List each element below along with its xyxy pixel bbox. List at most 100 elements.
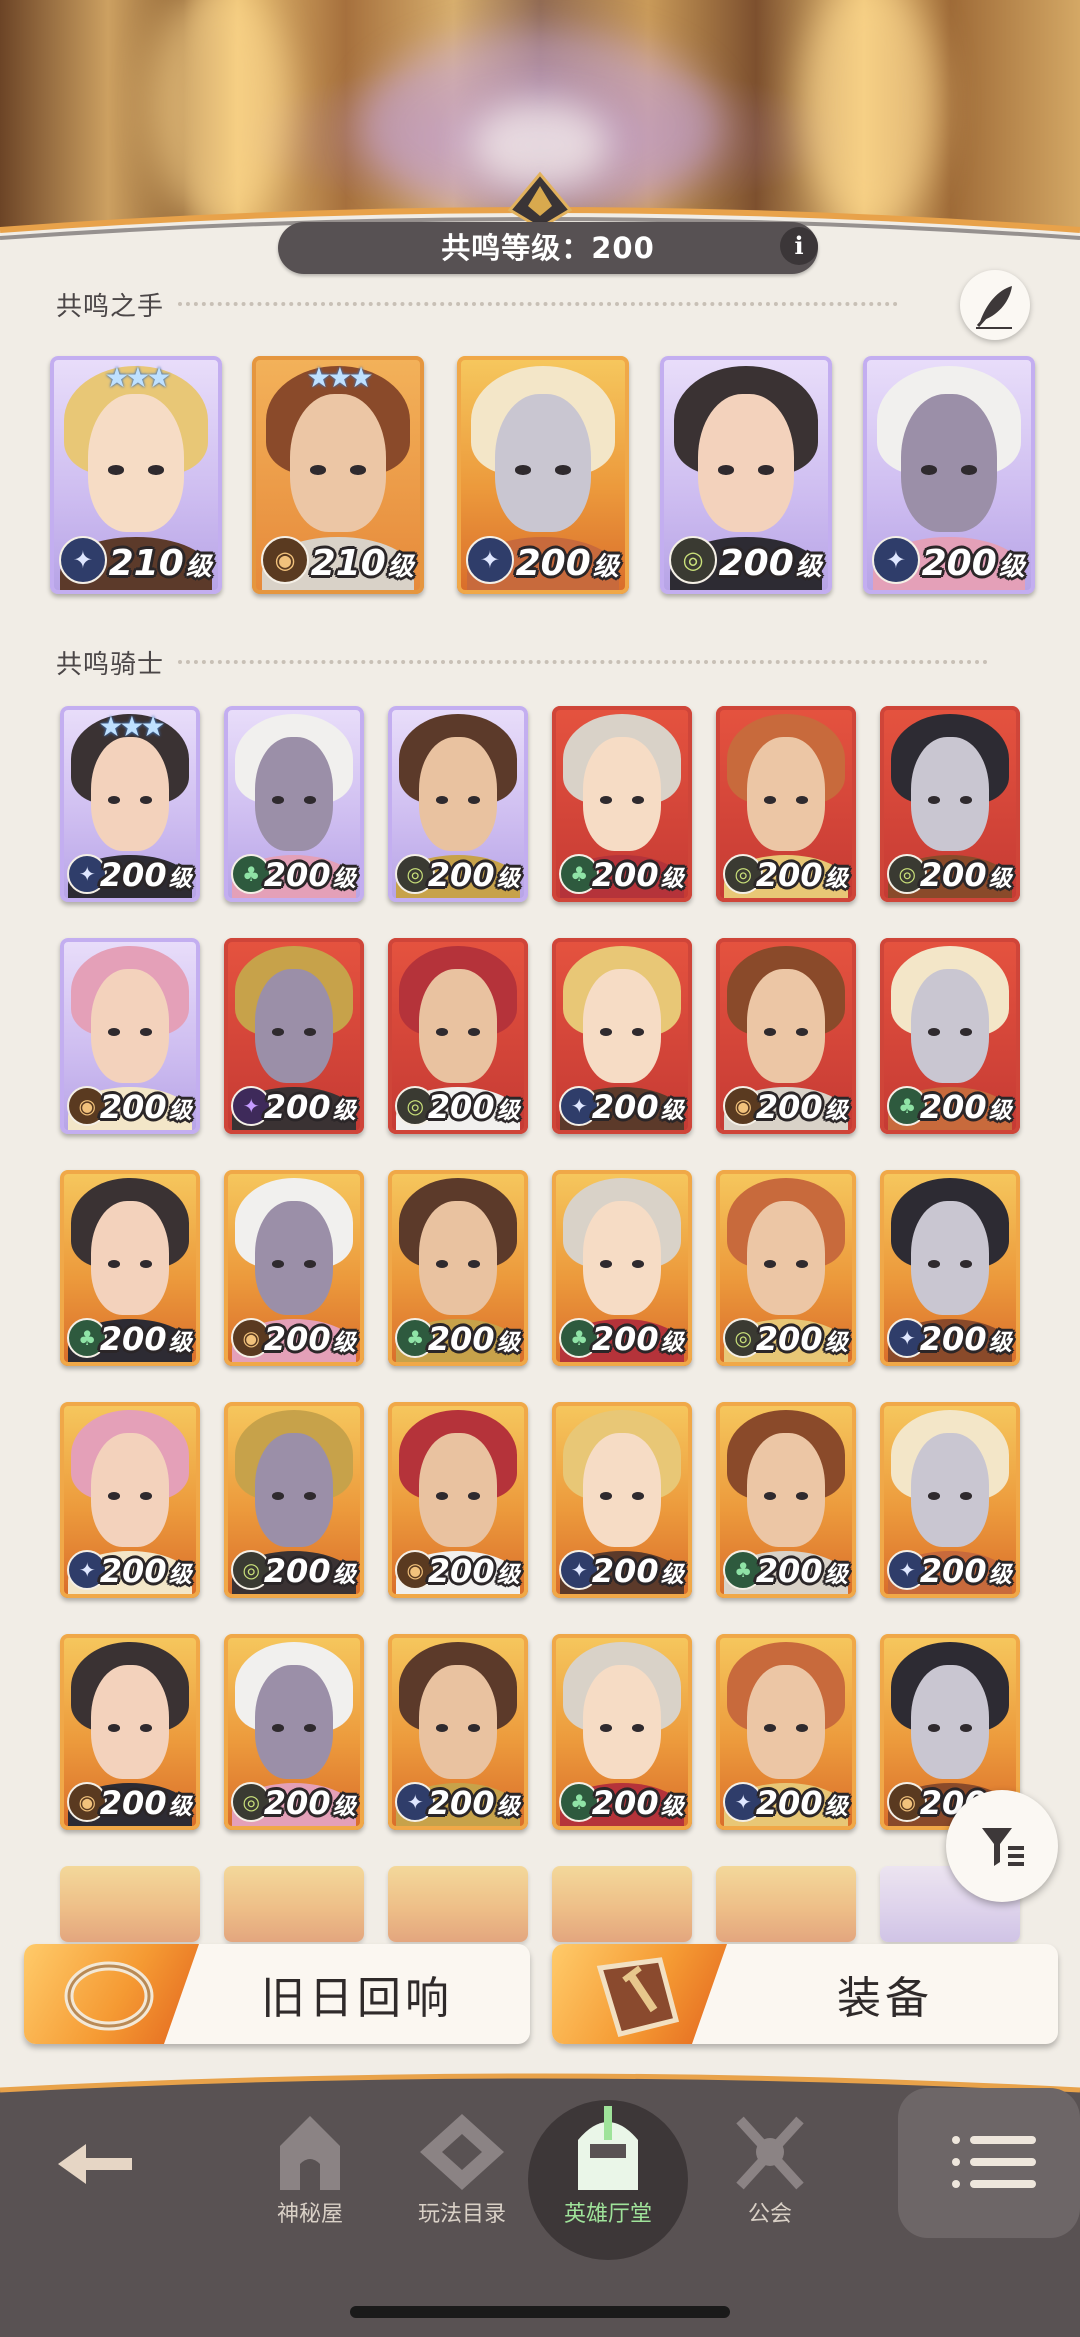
knight-hero-card[interactable]: ◎ 200级 xyxy=(716,1170,856,1366)
nav-item-hero-hall[interactable]: 英雄厅堂 xyxy=(538,2100,678,2227)
hero-level: 200级 xyxy=(756,856,848,894)
hero-eye xyxy=(515,465,531,475)
hero-face xyxy=(87,394,185,533)
hero-eye xyxy=(107,1492,121,1500)
knight-hero-card[interactable]: ✦ 200级 xyxy=(552,938,692,1134)
equipment-button[interactable]: 装备 xyxy=(552,1944,1058,2044)
knight-hero-card[interactable]: ◎ 200级 xyxy=(880,706,1020,902)
knight-hero-card[interactable]: ♣ 200级 xyxy=(60,1170,200,1366)
knight-hero-card[interactable]: ◎ 200级 xyxy=(716,706,856,902)
knight-hero-card[interactable]: ♣ 200级 xyxy=(224,706,364,902)
knight-hero-card[interactable]: ♣ 200级 xyxy=(552,1170,692,1366)
filter-button[interactable] xyxy=(946,1790,1058,1902)
hand-hero-card[interactable]: ✦ 200级 xyxy=(863,356,1035,594)
hero-level-value: 200 xyxy=(755,1320,823,1359)
hero-level-value: 200 xyxy=(755,1552,823,1591)
hero-level: 200级 xyxy=(920,1552,1012,1590)
info-button[interactable]: i xyxy=(780,227,818,265)
hero-level: 200级 xyxy=(100,1552,192,1590)
knight-hero-card[interactable]: ◉200级 xyxy=(60,938,200,1134)
lightbearer-faction-icon: ✦ xyxy=(465,535,515,585)
level-unit: 级 xyxy=(387,552,414,583)
knight-hero-card[interactable]: ✦ 200级 xyxy=(880,1170,1020,1366)
hero-eye xyxy=(927,796,941,804)
hero-eye xyxy=(921,465,937,475)
hero-eye xyxy=(108,465,124,475)
back-arrow-icon[interactable] xyxy=(50,2134,140,2194)
hand-hero-card[interactable]: ★★★ ✦ 210级 xyxy=(50,356,222,594)
knight-hero-card[interactable]: ✦ 200级 xyxy=(716,1634,856,1830)
hero-eye xyxy=(107,1724,121,1732)
knight-hero-card[interactable]: ◎ 200级 xyxy=(388,706,528,902)
hero-face xyxy=(910,1433,990,1548)
filter-icon xyxy=(982,1828,1024,1866)
hand-hero-card[interactable]: ★★★ ◉ 210级 xyxy=(252,356,424,594)
hero-eye xyxy=(435,1260,449,1268)
knight-hero-card[interactable]: ♣ 200级 xyxy=(716,1402,856,1598)
hero-level-value: 200 xyxy=(427,1784,495,1823)
level-unit: 级 xyxy=(988,1330,1012,1357)
resonance-level-text: 共鸣等级：200 xyxy=(441,231,655,265)
level-unit: 级 xyxy=(332,1562,356,1589)
star-rating: ★★★ xyxy=(306,360,373,394)
knight-hero-card[interactable]: ◎ 200级 xyxy=(224,1634,364,1830)
knight-hero-card[interactable]: ✦ 200级 xyxy=(552,1402,692,1598)
game-catalog-icon xyxy=(420,2114,504,2190)
level-unit: 级 xyxy=(660,866,684,893)
knight-hero-card[interactable]: ◉200级 xyxy=(60,1634,200,1830)
hero-eye xyxy=(763,1028,777,1036)
edit-hand-button[interactable] xyxy=(960,270,1030,340)
echoes-of-the-past-button[interactable]: 旧日回响 xyxy=(24,1944,530,2044)
knight-hero-card[interactable]: ♣ 200级 xyxy=(552,1634,692,1830)
lightbearer-faction-icon: ✦ xyxy=(58,535,108,585)
knight-hero-card[interactable]: ✦ 200级 xyxy=(224,938,364,1134)
hero-face xyxy=(90,1665,170,1780)
hero-level-value: 200 xyxy=(591,1784,659,1823)
hero-level: 200级 xyxy=(428,1552,520,1590)
nav-item-guild[interactable]: 公会 xyxy=(700,2100,840,2227)
hero-face xyxy=(582,737,662,852)
hero-eye xyxy=(927,1028,941,1036)
home-indicator xyxy=(350,2306,730,2318)
hero-eye xyxy=(927,1724,941,1732)
level-unit: 级 xyxy=(998,552,1025,583)
hand-hero-card[interactable]: ◎ 200级 xyxy=(660,356,832,594)
knight-hero-card[interactable]: ✦ 200级 xyxy=(388,1634,528,1830)
hero-level: 200级 xyxy=(922,543,1025,584)
level-unit: 级 xyxy=(824,1562,848,1589)
knight-hero-card[interactable]: ◎ 200级 xyxy=(388,938,528,1134)
hero-level: 200级 xyxy=(428,1088,520,1126)
hero-face xyxy=(582,969,662,1084)
level-unit: 级 xyxy=(496,1098,520,1125)
hero-level: 200级 xyxy=(756,1784,848,1822)
hero-face xyxy=(910,1201,990,1316)
mystery-house-icon xyxy=(280,2116,340,2190)
knight-hero-card[interactable]: ◎ 200级 xyxy=(224,1402,364,1598)
menu-icon[interactable] xyxy=(940,2118,1050,2208)
hero-face xyxy=(254,1201,334,1316)
knight-hero-card[interactable]: ♣ 200级 xyxy=(388,1170,528,1366)
level-unit: 级 xyxy=(988,866,1012,893)
hero-eye xyxy=(310,465,326,475)
level-unit: 级 xyxy=(496,1330,520,1357)
knight-hero-card[interactable]: ♣ 200级 xyxy=(880,938,1020,1134)
nav-item-mystery-house[interactable]: 神秘屋 xyxy=(240,2100,380,2227)
knight-hero-card[interactable]: ✦ 200级 xyxy=(60,1402,200,1598)
knight-hero-card[interactable]: ◉200级 xyxy=(388,1402,528,1598)
knight-hero-card[interactable]: ♣ 200级 xyxy=(552,706,692,902)
hero-eye xyxy=(763,1492,777,1500)
echoes-button-label: 旧日回响 xyxy=(261,1973,453,2024)
hero-face xyxy=(746,737,826,852)
knight-hero-card[interactable]: ✦ 200级 xyxy=(880,1402,1020,1598)
knight-hero-card[interactable]: ◉200级 xyxy=(224,1170,364,1366)
knight-hero-card[interactable]: ★★★ ✦ 200级 xyxy=(60,706,200,902)
knight-hero-card[interactable]: ◉200级 xyxy=(716,938,856,1134)
nav-item-game-catalog[interactable]: 玩法目录 xyxy=(392,2100,532,2227)
hero-level-value: 200 xyxy=(99,1784,167,1823)
level-unit: 级 xyxy=(988,1562,1012,1589)
hand-hero-card[interactable]: ✦ 200级 xyxy=(457,356,629,594)
section-divider xyxy=(178,660,989,664)
hero-level: 200级 xyxy=(920,856,1012,894)
shield-sword-icon xyxy=(596,1957,680,2038)
hero-level-value: 200 xyxy=(515,543,591,585)
